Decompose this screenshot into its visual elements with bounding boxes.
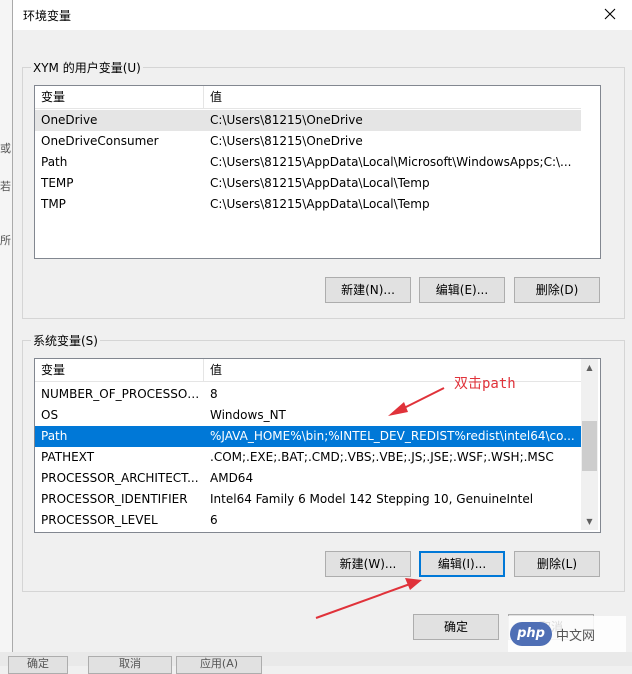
title-bar: 环境变量: [13, 0, 632, 30]
scroll-up-arrow-icon[interactable]: ▲: [581, 359, 598, 376]
variable-value: C:\Users\81215\OneDrive: [210, 134, 363, 148]
ok-button[interactable]: 确定: [413, 614, 499, 640]
window-title: 环境变量: [23, 9, 72, 23]
user-variables-list[interactable]: 变量 值 OneDrive C:\Users\81215\OneDrive On…: [34, 85, 601, 259]
variable-name: PROCESSOR_IDENTIFIER: [41, 492, 188, 506]
user-new-button[interactable]: 新建(N)...: [325, 277, 411, 303]
variable-name: OS: [41, 408, 59, 422]
variable-name: OneDriveConsumer: [41, 134, 159, 148]
table-row[interactable]: PROCESSOR_LEVEL 6: [35, 510, 581, 531]
background-text: 所: [0, 234, 11, 247]
user-variables-label: XYM 的用户变量(U): [31, 59, 143, 76]
variable-name: PROCESSOR_ARCHITECT...: [41, 471, 199, 485]
background-cancel-button[interactable]: 取消: [88, 656, 172, 674]
system-edit-button[interactable]: 编辑(I)...: [419, 551, 505, 577]
variable-value: %JAVA_HOME%\bin;%INTEL_DEV_REDIST%redist…: [210, 429, 575, 443]
php-cn-watermark: php 中文网: [508, 616, 626, 652]
system-variables-label: 系统变量(S): [31, 332, 100, 349]
scroll-down-arrow-icon[interactable]: ▼: [581, 513, 598, 530]
annotation-text: 双击path: [454, 376, 516, 392]
background-text: 或: [0, 142, 11, 155]
php-logo-icon: php: [510, 622, 552, 646]
variable-name: NUMBER_OF_PROCESSORS: [41, 387, 203, 401]
variable-value: Intel64 Family 6 Model 142 Stepping 10, …: [210, 492, 534, 506]
system-variables-list[interactable]: 变量 值 NUMBER_OF_PROCESSORS 8 OS Windows_N…: [34, 358, 601, 533]
variable-name: OneDrive: [41, 113, 98, 127]
environment-variables-dialog: 环境变量 XYM 的用户变量(U) 变量 值 OneDrive C:\Users…: [12, 0, 632, 652]
table-row[interactable]: OneDrive C:\Users\81215\OneDrive: [35, 110, 581, 131]
variable-name: Path: [41, 155, 68, 169]
background-text: 若: [0, 180, 11, 193]
variable-value: C:\Users\81215\AppData\Local\Temp: [210, 197, 430, 211]
list-header: 变量 值: [35, 86, 581, 109]
variable-value: 8: [210, 387, 218, 401]
user-edit-button[interactable]: 编辑(E)...: [419, 277, 505, 303]
vertical-scrollbar[interactable]: ▲ ▼: [581, 359, 598, 530]
variable-name: PROCESSOR_LEVEL: [41, 513, 158, 527]
variable-value: Windows_NT: [210, 408, 286, 422]
table-row[interactable]: TEMP C:\Users\81215\AppData\Local\Temp: [35, 173, 581, 194]
table-row[interactable]: OneDriveConsumer C:\Users\81215\OneDrive: [35, 131, 581, 152]
variable-name: Path: [41, 429, 68, 443]
variable-value: C:\Users\81215\AppData\Local\Microsoft\W…: [210, 155, 572, 169]
table-row[interactable]: OS Windows_NT: [35, 405, 581, 426]
scrollbar-thumb[interactable]: [582, 421, 597, 471]
column-header-value[interactable]: 值: [204, 359, 581, 381]
watermark-text: 中文网: [556, 628, 596, 644]
table-row[interactable]: PROCESSOR_ARCHITECT... AMD64: [35, 468, 581, 489]
table-row[interactable]: Path C:\Users\81215\AppData\Local\Micros…: [35, 152, 581, 173]
variable-value: C:\Users\81215\AppData\Local\Temp: [210, 176, 430, 190]
variable-value: C:\Users\81215\OneDrive: [210, 113, 363, 127]
background-ok-button[interactable]: 确定: [8, 656, 68, 674]
table-row-selected[interactable]: Path %JAVA_HOME%\bin;%INTEL_DEV_REDIST%r…: [35, 426, 581, 447]
background-apply-button[interactable]: 应用(A): [176, 656, 262, 674]
user-delete-button[interactable]: 删除(D): [514, 277, 600, 303]
variable-name: TMP: [41, 197, 66, 211]
table-row[interactable]: PATHEXT .COM;.EXE;.BAT;.CMD;.VBS;.VBE;.J…: [35, 447, 581, 468]
column-header-value[interactable]: 值: [204, 86, 581, 108]
table-row[interactable]: PROCESSOR_IDENTIFIER Intel64 Family 6 Mo…: [35, 489, 581, 510]
close-button[interactable]: [587, 0, 632, 30]
system-new-button[interactable]: 新建(W)...: [325, 551, 411, 577]
variable-name: TEMP: [41, 176, 74, 190]
variable-value: AMD64: [210, 471, 254, 485]
table-row[interactable]: TMP C:\Users\81215\AppData\Local\Temp: [35, 194, 581, 215]
system-delete-button[interactable]: 删除(L): [514, 551, 600, 577]
variable-name: PATHEXT: [41, 450, 95, 464]
close-icon: [604, 8, 616, 23]
column-header-variable[interactable]: 变量: [35, 359, 203, 381]
variable-value: .COM;.EXE;.BAT;.CMD;.VBS;.VBE;.JS;.JSE;.…: [210, 450, 554, 464]
column-header-variable[interactable]: 变量: [35, 86, 203, 108]
variable-value: 6: [210, 513, 218, 527]
